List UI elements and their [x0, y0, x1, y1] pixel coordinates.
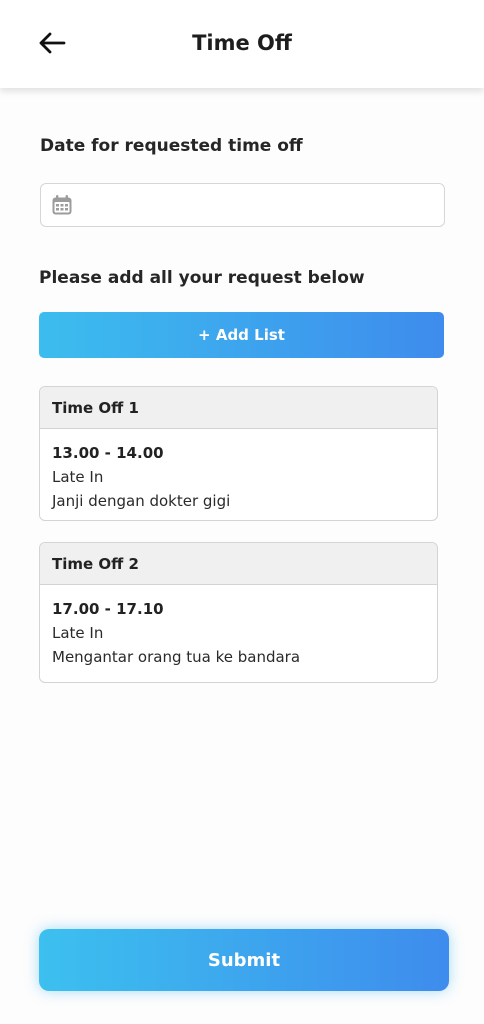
date-input[interactable]	[83, 196, 423, 214]
card-body: 13.00 - 14.00 Late In Janji dengan dokte…	[40, 429, 437, 513]
page-title: Time Off	[192, 31, 292, 55]
submit-button[interactable]: Submit	[39, 929, 449, 991]
card-type: Late In	[52, 468, 104, 486]
add-list-button[interactable]: + Add List	[39, 312, 444, 358]
card-title: Time Off 2	[40, 543, 437, 585]
card-body: 17.00 - 17.10 Late In Mengantar orang tu…	[40, 585, 437, 669]
card-title: Time Off 1	[40, 387, 437, 429]
time-off-screen: Time Off Date for requested time off Ple…	[0, 0, 484, 1024]
request-label: Please add all your request below	[39, 268, 365, 288]
time-off-card[interactable]: Time Off 2 17.00 - 17.10 Late In Mengant…	[39, 542, 438, 683]
app-header: Time Off	[0, 0, 484, 88]
card-time: 13.00 - 14.00	[52, 444, 164, 462]
calendar-icon	[52, 195, 72, 215]
date-field[interactable]	[40, 183, 445, 227]
card-time: 17.00 - 17.10	[52, 600, 164, 618]
card-note: Janji dengan dokter gigi	[52, 492, 231, 510]
card-note: Mengantar orang tua ke bandara	[52, 648, 301, 666]
card-type: Late In	[52, 624, 104, 642]
date-label: Date for requested time off	[40, 136, 303, 156]
time-off-card[interactable]: Time Off 1 13.00 - 14.00 Late In Janji d…	[39, 386, 438, 521]
